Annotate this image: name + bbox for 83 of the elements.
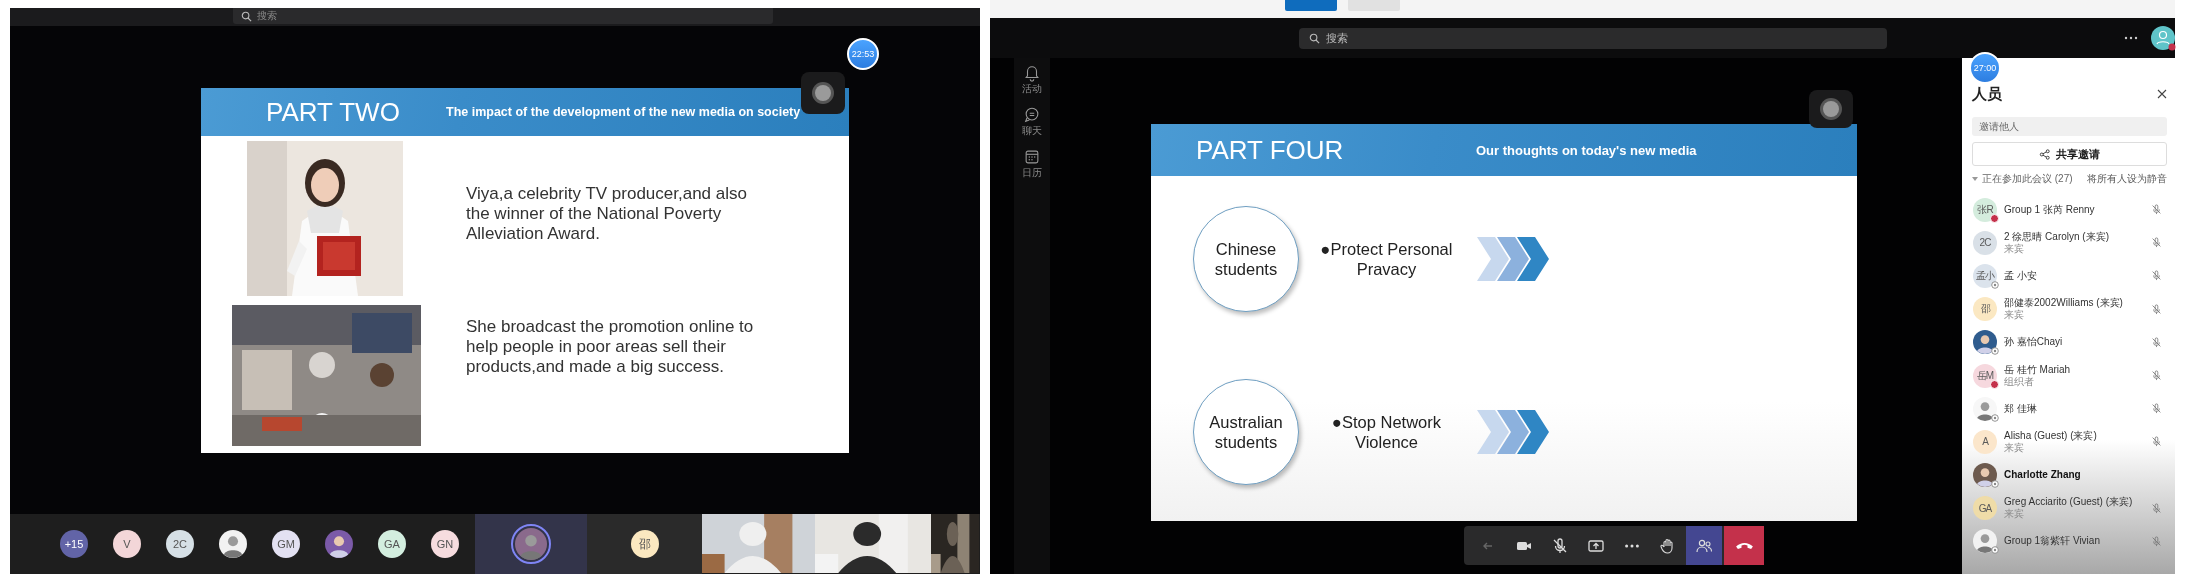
participant-role: 来宾 — [2004, 508, 2024, 521]
group-circle: Australian students — [1193, 379, 1299, 485]
hang-up-button[interactable] — [1724, 526, 1764, 565]
avatar: GN — [431, 530, 459, 558]
microphone-muted-icon[interactable] — [2150, 534, 2163, 548]
microphone-muted-icon[interactable] — [2150, 435, 2163, 449]
avatar: 2C — [166, 530, 194, 558]
participant-role: 来宾 — [2004, 242, 2025, 255]
avatar: GM — [272, 530, 300, 558]
microphone-muted-icon[interactable] — [2150, 369, 2163, 383]
avatar: 岳M — [1973, 363, 1997, 388]
microphone-muted-icon[interactable] — [2150, 236, 2163, 250]
caret-icon[interactable] — [1972, 176, 1978, 182]
participant-name[interactable]: 邵健泰2002Williams (来宾) — [2004, 297, 2150, 310]
rail-item[interactable]: 聊天 — [1022, 106, 1042, 138]
slide-subtitle: Our thoughts on today's new media — [1476, 142, 1697, 158]
search-icon — [241, 10, 252, 22]
mute-all-link[interactable]: 将所有人设为静音 — [2087, 172, 2167, 186]
bullet-point: ●Stop Network Violence — [1331, 412, 1442, 452]
slide-text: She broadcast the promotion online to help people in poor areas sell their products,and made a big success. — [466, 317, 755, 377]
timer-badge: 22:53 — [847, 38, 879, 70]
search-field[interactable]: 搜索 — [233, 8, 773, 24]
people-button[interactable] — [1686, 526, 1722, 565]
avatar: 孟小 — [1973, 263, 1997, 288]
more-icon — [1625, 543, 1639, 548]
avatar: 张R — [1973, 197, 1997, 222]
microphone-muted-icon[interactable] — [2150, 335, 2163, 349]
microphone-muted-icon[interactable] — [2150, 203, 2163, 217]
participant-name[interactable]: Greg Acciarito (Guest) (来宾) — [2004, 496, 2150, 509]
slide-title: PART TWO — [266, 96, 401, 128]
rail-item[interactable]: 日历 — [1022, 148, 1042, 180]
participant-count-badge[interactable]: +15 — [60, 530, 88, 558]
participant-tile[interactable] — [475, 514, 587, 574]
invite-field[interactable]: 邀请他人 — [1972, 117, 2167, 136]
participant-name[interactable]: 岳 桂竹 Mariah — [2004, 363, 2150, 376]
recording-icon — [811, 81, 835, 105]
search-icon — [1309, 33, 1320, 44]
avatar: A — [1973, 429, 1997, 454]
close-icon[interactable] — [2157, 89, 2167, 99]
calendar-icon — [1023, 148, 1041, 166]
chat-icon — [1023, 106, 1041, 124]
avatar: GA — [1973, 496, 1997, 521]
participant-name[interactable]: Group 1翁紫轩 Vivian — [2004, 535, 2150, 548]
microphone-muted-icon[interactable] — [2150, 402, 2163, 416]
avatar — [325, 530, 353, 558]
avatar: V — [113, 530, 141, 558]
avatar: 邵 — [1973, 297, 1997, 322]
avatar: GA — [378, 530, 406, 558]
participant-name[interactable]: Charlotte Zhang — [2004, 469, 2167, 482]
triple-chevron-icon — [1477, 237, 1550, 281]
avatar: 2C — [1973, 230, 1997, 255]
slide-text: Viya,a celebrity TV producer,and also the winner of the National Poverty Alleviation Award. — [466, 184, 748, 244]
triple-chevron-icon — [1477, 410, 1550, 454]
bullet-point: ●Protect Personal Pravacy — [1319, 239, 1454, 279]
group-circle: Chinese students — [1193, 206, 1299, 312]
rail-item[interactable]: 活动 — [1022, 64, 1042, 96]
participant-name[interactable]: 郑 佳琳 — [2004, 402, 2150, 415]
search-field[interactable]: 搜索 — [1299, 28, 1887, 49]
microphone-muted-icon[interactable] — [2150, 501, 2163, 515]
bell-icon — [1023, 64, 1041, 82]
panel-title: 人员 — [1972, 84, 2002, 104]
recording-icon — [1819, 97, 1843, 121]
participant-role: 来宾 — [2004, 441, 2025, 454]
microphone-muted-icon[interactable] — [2150, 302, 2163, 316]
microphone-muted-icon[interactable] — [2150, 269, 2163, 283]
participant-name[interactable]: Group 1 张芮 Renny — [2004, 203, 2150, 216]
participant-name[interactable]: Alisha (Guest) (来宾) — [2004, 429, 2150, 442]
participant-tile[interactable]: 邵 — [587, 514, 702, 574]
participant-name[interactable]: 孙 嘉怡Chayi — [2004, 336, 2150, 349]
hang-up-icon — [1735, 542, 1753, 549]
avatar — [219, 530, 247, 558]
avatar: 邵 — [630, 530, 659, 558]
participant-name[interactable]: 孟 小安 — [2004, 269, 2150, 282]
profile-avatar[interactable] — [2150, 25, 2176, 51]
slide-subtitle: The impact of the development of the new media on society — [446, 105, 801, 119]
section-header[interactable]: 正在参加此会议 (27) — [1982, 172, 2087, 186]
share-invite-button[interactable]: 共享邀请 — [1972, 142, 2167, 166]
share-icon — [2039, 148, 2050, 160]
avatar — [515, 528, 547, 560]
slide-title: PART FOUR — [1196, 134, 1345, 166]
participant-role: 来宾 — [2004, 309, 2025, 322]
participant-role: 组织者 — [2004, 375, 2035, 388]
participant-name[interactable]: 2 徐思晴 Carolyn (来宾) — [2004, 230, 2150, 243]
